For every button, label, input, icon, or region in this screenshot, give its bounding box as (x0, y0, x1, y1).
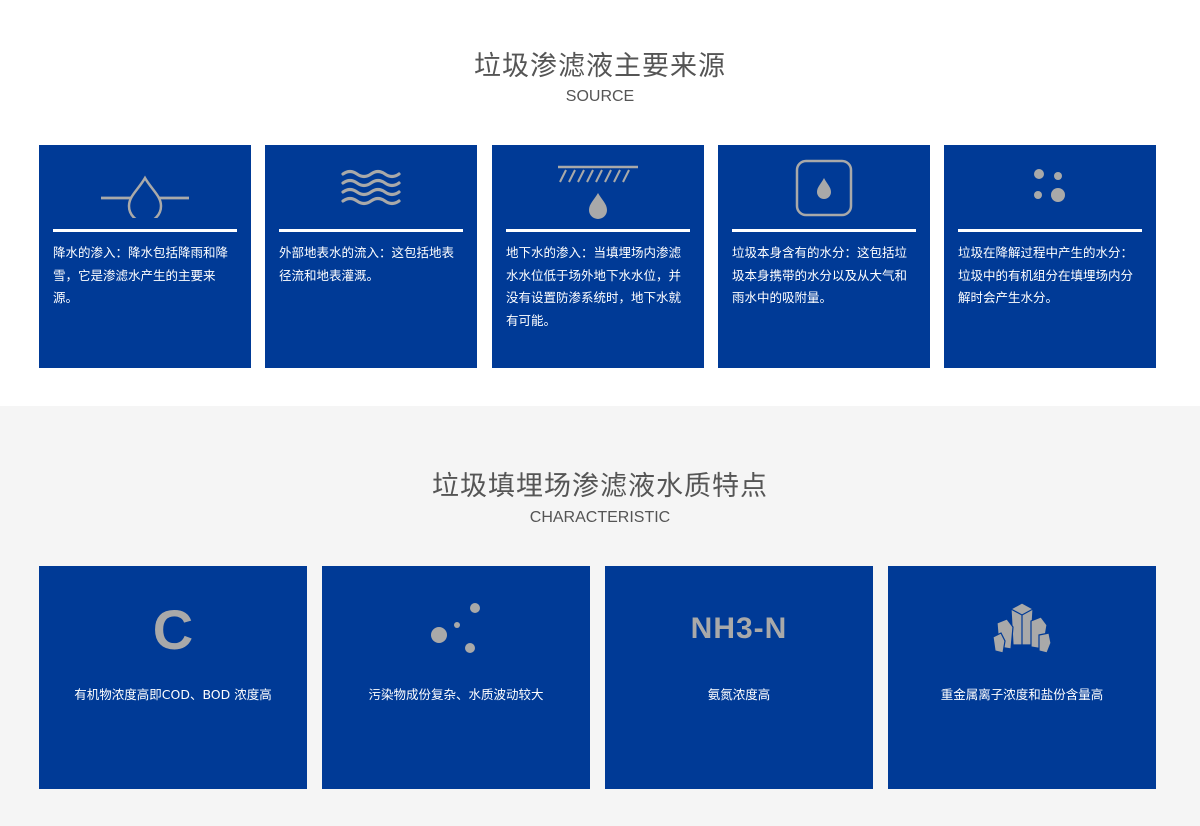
source-card-text: 地下水的渗入：当填埋场内渗滤水水位低于场外地下水水位，并没有设置防渗系统时，地下… (506, 245, 682, 328)
card-divider (958, 229, 1142, 232)
scattered-dots-icon (322, 594, 590, 664)
underground-drop-icon (492, 145, 704, 231)
source-subtitle: SOURCE (565, 88, 635, 105)
source-card-groundwater: 地下水的渗入：当填埋场内渗滤水水位低于场外地下水水位，并没有设置防渗系统时，地下… (492, 145, 704, 368)
crystal-icon (888, 594, 1156, 664)
characteristic-card-text: 有机物浓度高即COD、BOD 浓度高 (74, 687, 272, 702)
characteristic-subtitle: CHARACTERISTIC (529, 509, 671, 526)
letter-c-icon: C (152, 597, 194, 661)
characteristic-card-ammonia: NH3-N 氨氮浓度高 (605, 566, 873, 789)
water-drop-line-icon (39, 145, 251, 231)
characteristic-card-complexity: 污染物成份复杂、水质波动较大 (322, 566, 590, 789)
source-card-text: 垃圾在降解过程中产生的水分：垃圾中的有机组分在填埋场内分解时会产生水分。 (958, 245, 1134, 305)
source-card-inherent-moisture: 垃圾本身含有的水分：这包括垃圾本身携带的水分以及从大气和雨水中的吸附量。 (718, 145, 930, 368)
card-divider (279, 229, 463, 232)
characteristic-card-text: 污染物成份复杂、水质波动较大 (368, 687, 544, 702)
characteristic-card-text: 氨氮浓度高 (707, 687, 771, 702)
source-card-precipitation: 降水的渗入：降水包括降雨和降雪，它是渗滤水产生的主要来源。 (39, 145, 251, 368)
characteristic-card-text: 重金属离子浓度和盐份含量高 (940, 687, 1104, 702)
card-divider (53, 229, 237, 232)
source-card-surface-water: 外部地表水的流入：这包括地表径流和地表灌溉。 (265, 145, 477, 368)
dots-icon (944, 145, 1156, 231)
characteristic-card-cod: C 有机物浓度高即COD、BOD 浓度高 (39, 566, 307, 789)
boxed-drop-icon (718, 145, 930, 231)
card-divider (506, 229, 690, 232)
waves-icon (265, 145, 477, 231)
source-card-text: 垃圾本身含有的水分：这包括垃圾本身携带的水分以及从大气和雨水中的吸附量。 (732, 245, 908, 305)
source-card-text: 降水的渗入：降水包括降雨和降雪，它是渗滤水产生的主要来源。 (53, 245, 229, 305)
characteristic-title: 垃圾填埋场渗滤液水质特点 (432, 471, 768, 502)
source-card-text: 外部地表水的流入：这包括地表径流和地表灌溉。 (279, 245, 455, 283)
source-title: 垃圾渗滤液主要来源 (474, 51, 726, 82)
nh3n-icon: NH3-N (690, 612, 788, 645)
source-card-degradation: 垃圾在降解过程中产生的水分：垃圾中的有机组分在填埋场内分解时会产生水分。 (944, 145, 1156, 368)
characteristic-card-heavy-metal: 重金属离子浓度和盐份含量高 (888, 566, 1156, 789)
card-divider (732, 229, 916, 232)
